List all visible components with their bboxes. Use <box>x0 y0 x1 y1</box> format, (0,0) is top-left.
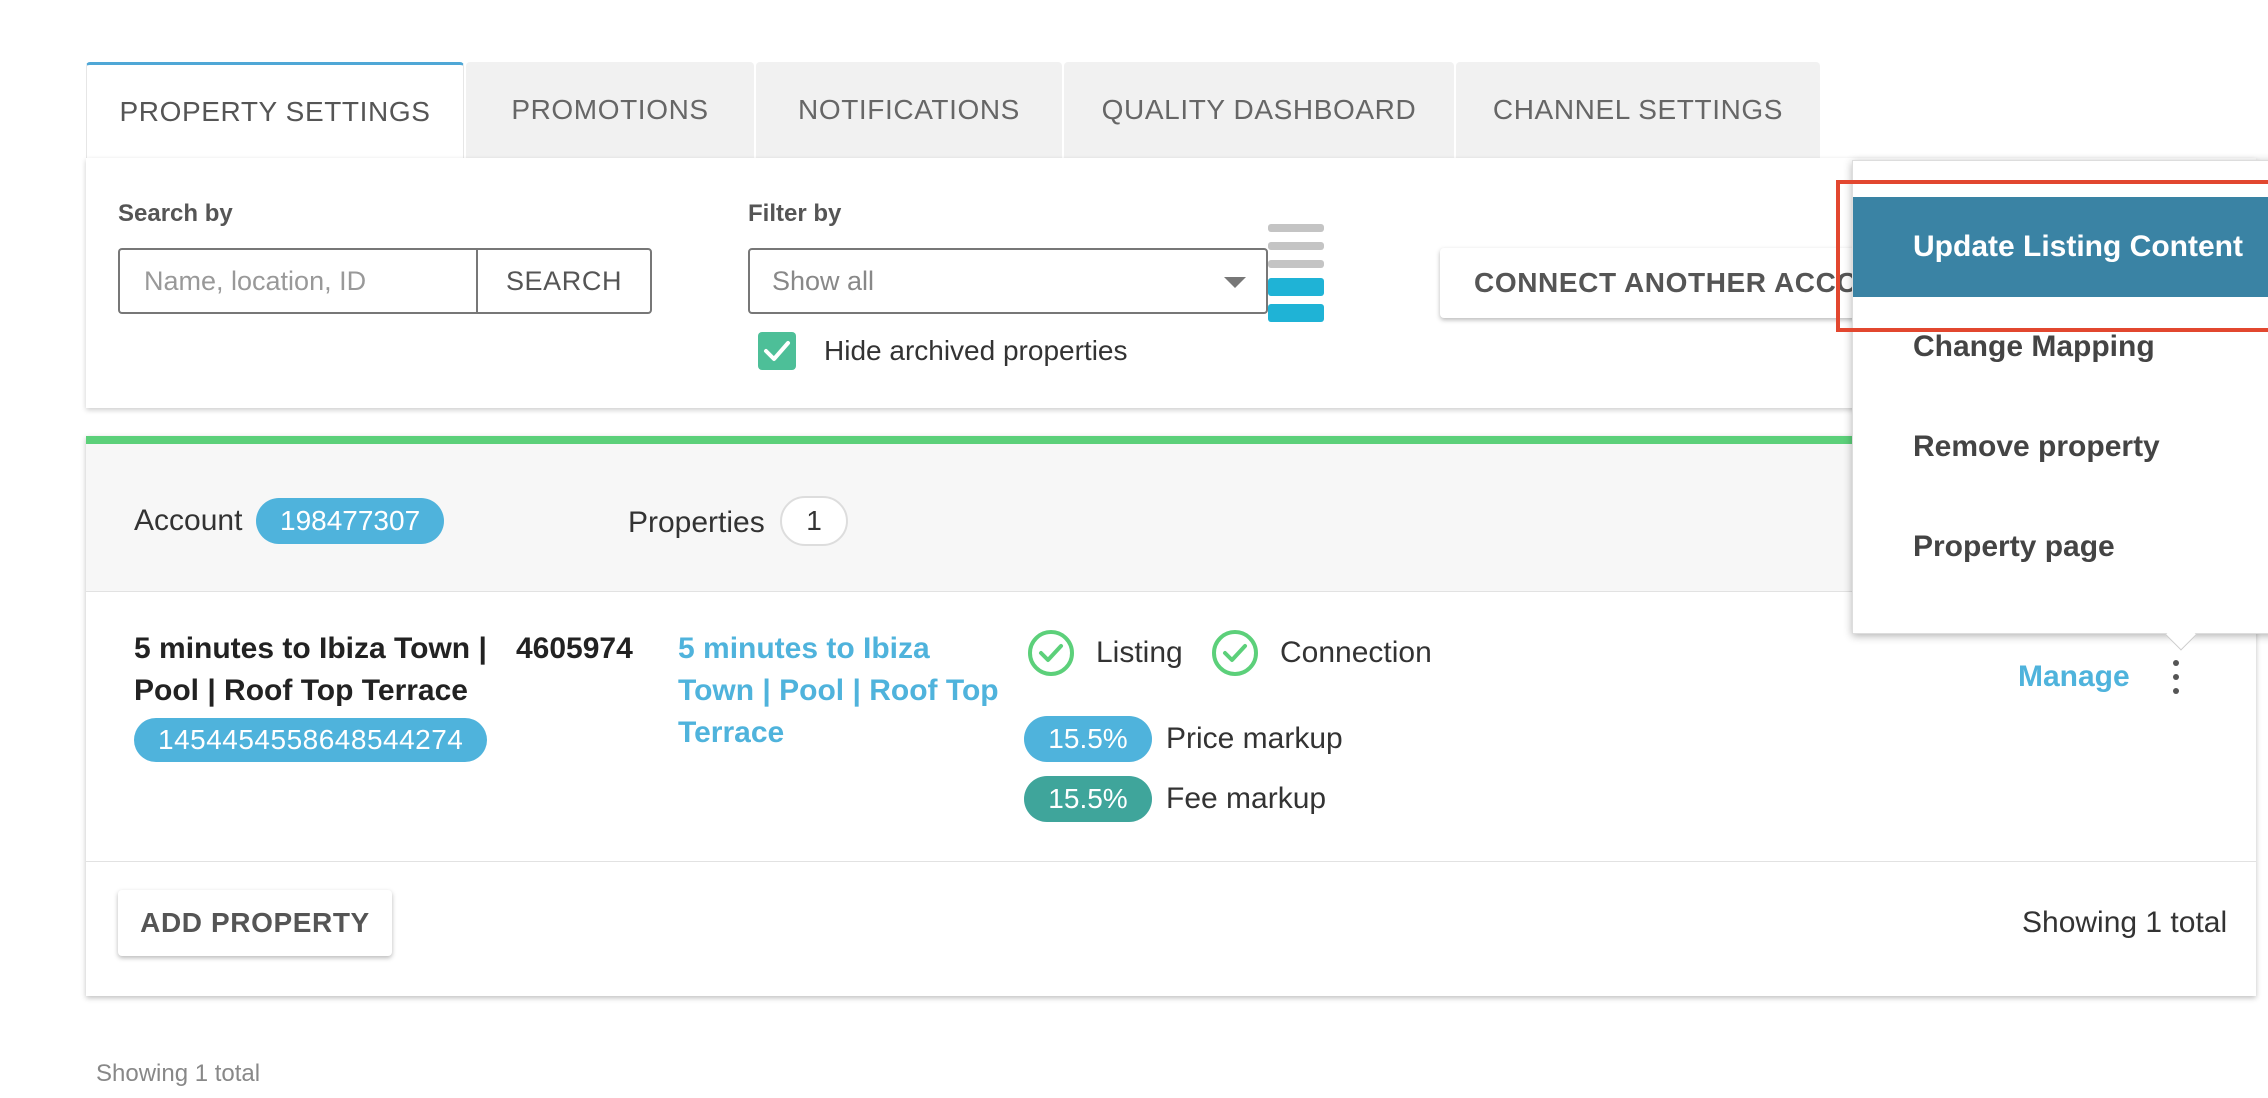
account-label: Account <box>134 504 243 537</box>
account-id-badge: 198477307 <box>256 498 445 544</box>
stacked-bars-icon[interactable] <box>1268 224 1324 328</box>
search-button[interactable]: SEARCH <box>476 248 652 314</box>
highlight-box <box>1836 180 2268 332</box>
search-input[interactable]: Name, location, ID <box>118 248 476 314</box>
tab-quality-dashboard[interactable]: QUALITY DASHBOARD <box>1064 62 1454 158</box>
kebab-menu-icon[interactable] <box>2166 648 2186 708</box>
property-external-id-badge: 1454454558648544274 <box>134 718 488 762</box>
tab-bar: PROPERTY SETTINGS PROMOTIONS NOTIFICATIO… <box>86 62 1822 158</box>
checkmark-icon <box>764 341 790 361</box>
price-markup-label: Price markup <box>1166 722 1343 755</box>
fee-markup-label: Fee markup <box>1166 782 1327 815</box>
hide-archived-label: Hide archived properties <box>824 335 1128 366</box>
menu-item-property-page[interactable]: Property page <box>1853 497 2268 597</box>
check-circle-icon <box>1212 630 1258 676</box>
chevron-down-icon <box>1224 277 1246 288</box>
tab-property-settings[interactable]: PROPERTY SETTINGS <box>86 62 464 158</box>
filter-select-value: Show all <box>772 265 875 296</box>
properties-label: Properties <box>628 506 765 539</box>
showing-total-text: Showing 1 total <box>2022 906 2228 939</box>
manage-link[interactable]: Manage <box>2018 660 2130 694</box>
add-property-button[interactable]: ADD PROPERTY <box>118 890 392 956</box>
tab-promotions[interactable]: PROMOTIONS <box>466 62 754 158</box>
hide-archived-checkbox[interactable] <box>758 332 796 370</box>
price-markup-badge: 15.5% <box>1024 716 1152 762</box>
property-link[interactable]: 5 minutes to Ibiza Town | Pool | Roof To… <box>678 628 1008 754</box>
tab-notifications[interactable]: NOTIFICATIONS <box>756 62 1062 158</box>
filter-select[interactable]: Show all <box>748 248 1268 314</box>
filter-label: Filter by <box>748 200 842 227</box>
property-number: 4605974 <box>516 632 633 665</box>
property-name: 5 minutes to Ibiza Town | Pool | Roof To… <box>134 632 487 707</box>
listing-status-label: Listing <box>1096 636 1183 669</box>
fee-markup-badge: 15.5% <box>1024 776 1152 822</box>
page-showing-total-text: Showing 1 total <box>96 1060 261 1087</box>
tab-channel-settings[interactable]: CHANNEL SETTINGS <box>1456 62 1820 158</box>
connection-status-label: Connection <box>1280 636 1432 669</box>
menu-item-remove-property[interactable]: Remove property <box>1853 397 2268 497</box>
check-circle-icon <box>1028 630 1074 676</box>
properties-count-badge: 1 <box>780 496 848 546</box>
search-label: Search by <box>118 200 233 227</box>
